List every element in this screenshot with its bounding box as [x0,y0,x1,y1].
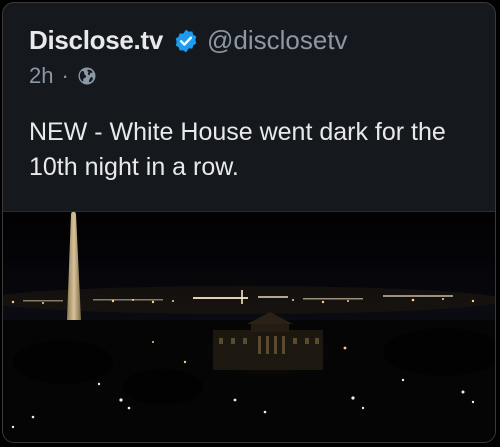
meta-separator: · [61,63,69,88]
night-cityscape-image [3,212,495,442]
display-name[interactable]: Disclose.tv [29,25,163,56]
tweet-header: Disclose.tv @disclosetv [29,25,348,56]
user-handle[interactable]: @disclosetv [207,25,348,56]
globe-icon [77,66,97,86]
tweet-meta: 2h · [29,63,97,89]
tweet-card[interactable]: Disclose.tv @disclosetv 2h · NEW - White… [2,2,496,443]
timestamp[interactable]: 2h [29,63,53,89]
verified-badge-icon [173,28,199,54]
tweet-text: NEW - White House went dark for the 10th… [29,118,446,181]
tweet-photo[interactable] [3,211,495,442]
